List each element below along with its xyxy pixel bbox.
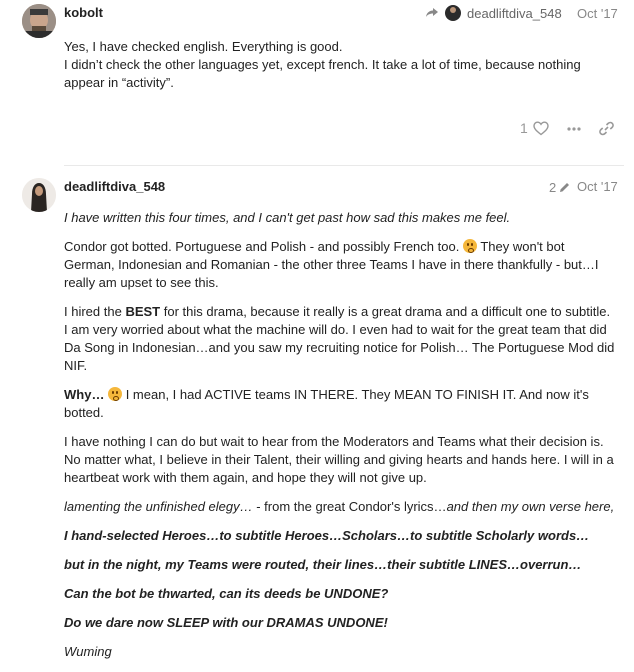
post-actions: 1 [520, 120, 620, 140]
paragraph-text: lamenting the unfinished elegy… [64, 499, 253, 514]
avatar-deadliftdiva[interactable] [22, 178, 56, 212]
post-body: Yes, I have checked english. Everything … [64, 38, 616, 92]
post-body: I have written this four times, and I ca… [64, 209, 616, 672]
post-date[interactable]: Oct '17 [577, 6, 618, 21]
post-username[interactable]: deadliftdiva_548 [64, 179, 165, 194]
post-username[interactable]: kobolt [64, 5, 103, 20]
frowning-emoji [108, 387, 123, 401]
heart-icon[interactable] [533, 121, 549, 136]
avatar-kobolt[interactable] [22, 4, 56, 38]
paragraph: I have written this four times, and I ca… [64, 210, 511, 225]
verse-line: I hand-selected Heroes…to subtitle Heroe… [64, 528, 590, 543]
paragraph-text: and then my own verse here, [446, 499, 615, 514]
paragraph-text: I mean, I had ACTIVE teams IN THERE. The… [64, 387, 589, 420]
reply-username: deadliftdiva_548 [467, 5, 562, 21]
paragraph: Why… I mean, I had ACTIVE teams IN THERE… [64, 386, 616, 422]
post-deadliftdiva: deadliftdiva_548 2 Oct '17 I have writte… [0, 168, 634, 659]
paragraph-text: Condor got botted. Portuguese and Polish… [64, 239, 460, 254]
paragraph: Condor got botted. Portuguese and Polish… [64, 238, 616, 292]
link-icon[interactable] [599, 121, 614, 136]
signature: Wuming [64, 644, 112, 659]
paragraph-text: - from the great Condor's lyrics… [252, 499, 447, 514]
like-count: 1 [520, 120, 528, 136]
post-line: I didn’t check the other languages yet, … [64, 57, 581, 90]
emphasis: BEST [125, 304, 161, 319]
paragraph: I hired the BEST for this drama, because… [64, 303, 616, 375]
verse-line: Do we dare now SLEEP with our DRAMAS UND… [64, 615, 388, 630]
reply-arrow-icon [426, 8, 438, 17]
more-icon[interactable] [567, 127, 581, 131]
paragraph-text: I hired the [64, 304, 126, 319]
reply-avatar [445, 5, 461, 21]
edit-count: 2 [549, 179, 557, 195]
post-date[interactable]: Oct '17 [577, 179, 618, 194]
post-divider [64, 165, 624, 166]
paragraph: I have nothing I can do but wait to hear… [64, 434, 614, 485]
paragraph: lamenting the unfinished elegy… - from t… [64, 498, 616, 516]
frowning-emoji [462, 239, 477, 253]
verse-line: Can the bot be thwarted, can its deeds b… [64, 586, 389, 601]
verse-line: but in the night, my Teams were routed, … [64, 557, 582, 572]
post-line: Yes, I have checked english. Everything … [64, 39, 343, 54]
reply-to-indicator[interactable]: deadliftdiva_548 [425, 4, 562, 22]
pencil-icon [560, 182, 570, 192]
emphasis: Why… [64, 387, 105, 402]
edit-history[interactable]: 2 [549, 178, 571, 196]
post-kobolt: kobolt deadliftdiva_548 Oct '17 Yes, I h… [0, 0, 634, 160]
